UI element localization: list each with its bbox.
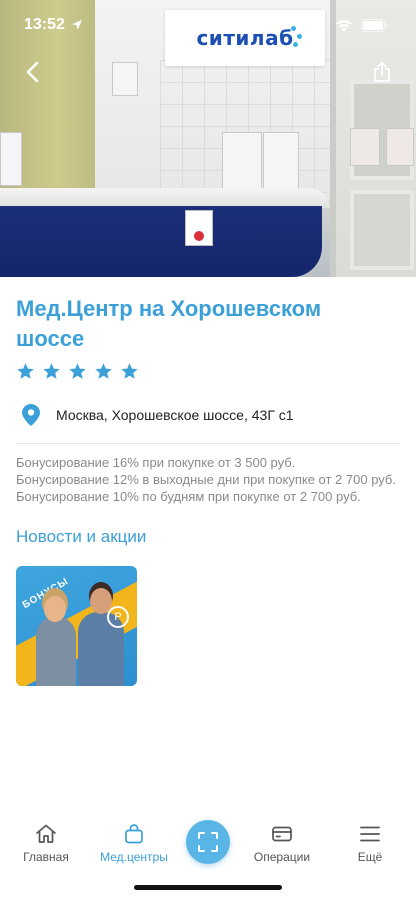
poster — [112, 62, 138, 96]
bonus-info: Бонусирование 16% при покупке от 3 500 р… — [16, 454, 398, 505]
ruble-coin-icon: Р — [107, 606, 129, 628]
poster — [222, 132, 262, 196]
bonus-line: Бонусирование 10% по будням при покупке … — [16, 489, 361, 504]
rating-stars — [16, 362, 400, 381]
address-row[interactable]: Москва, Хорошевское шоссе, 43Г с1 — [16, 403, 400, 427]
battery-icon — [361, 18, 388, 32]
tab-label: Ещё — [357, 850, 383, 864]
poster — [263, 132, 299, 196]
card-icon — [272, 826, 292, 842]
status-indicators — [335, 18, 388, 32]
menu-icon — [360, 826, 380, 842]
tab-label: Главная — [23, 850, 69, 864]
bag-icon — [125, 824, 143, 844]
home-icon — [36, 824, 56, 843]
clinic-title: Мед.Центр на Хорошевском шоссе — [16, 296, 322, 351]
tab-label: Мед.центры — [100, 850, 168, 864]
tab-more[interactable]: Ещё — [334, 812, 406, 864]
bonus-line: Бонусирование 12% в выходные дни при пок… — [16, 472, 396, 487]
status-time: 13:52 — [24, 16, 65, 33]
scan-button[interactable] — [186, 820, 230, 864]
counter-stand — [185, 210, 213, 246]
counter-top — [0, 188, 330, 208]
back-button[interactable] — [16, 56, 48, 88]
star-icon — [121, 363, 138, 379]
reception-counter — [0, 206, 322, 277]
divider — [16, 443, 400, 444]
share-button[interactable] — [366, 56, 398, 88]
promo-person-head — [44, 596, 66, 622]
star-icon — [43, 363, 60, 379]
door-panel — [350, 190, 414, 270]
tab-bar: Главная Мед.центры Операции Ещё — [0, 812, 416, 876]
poster — [0, 132, 22, 186]
star-icon — [17, 363, 34, 379]
tab-medcenters[interactable]: Мед.центры — [98, 812, 170, 864]
tab-operations[interactable]: Операции — [246, 812, 318, 864]
promo-card-bonuses[interactable]: БОНУСЫ Р — [16, 566, 137, 686]
clinic-details: Мед.Центр на Хорошевском шоссе Москва, Х… — [0, 277, 416, 686]
chevron-left-icon — [26, 61, 39, 83]
scan-icon — [198, 832, 218, 852]
location-pin-icon — [22, 404, 40, 426]
share-icon — [374, 61, 390, 82]
bonus-line: Бонусирование 16% при покупке от 3 500 р… — [16, 455, 296, 470]
wifi-icon — [336, 19, 352, 31]
promo-person — [36, 616, 76, 686]
address-text: Москва, Хорошевское шоссе, 43Г с1 — [56, 407, 294, 423]
status-time-group: 13:52 — [24, 16, 83, 34]
star-icon — [95, 363, 112, 379]
tab-home[interactable]: Главная — [10, 812, 82, 864]
poster — [386, 128, 414, 166]
location-arrow-icon — [71, 20, 82, 30]
home-indicator — [134, 885, 282, 890]
tab-label: Операции — [253, 850, 311, 864]
news-section-title: Новости и акции — [16, 527, 147, 546]
poster — [350, 128, 380, 166]
status-bar: 13:52 — [0, 0, 416, 50]
star-icon — [69, 363, 86, 379]
